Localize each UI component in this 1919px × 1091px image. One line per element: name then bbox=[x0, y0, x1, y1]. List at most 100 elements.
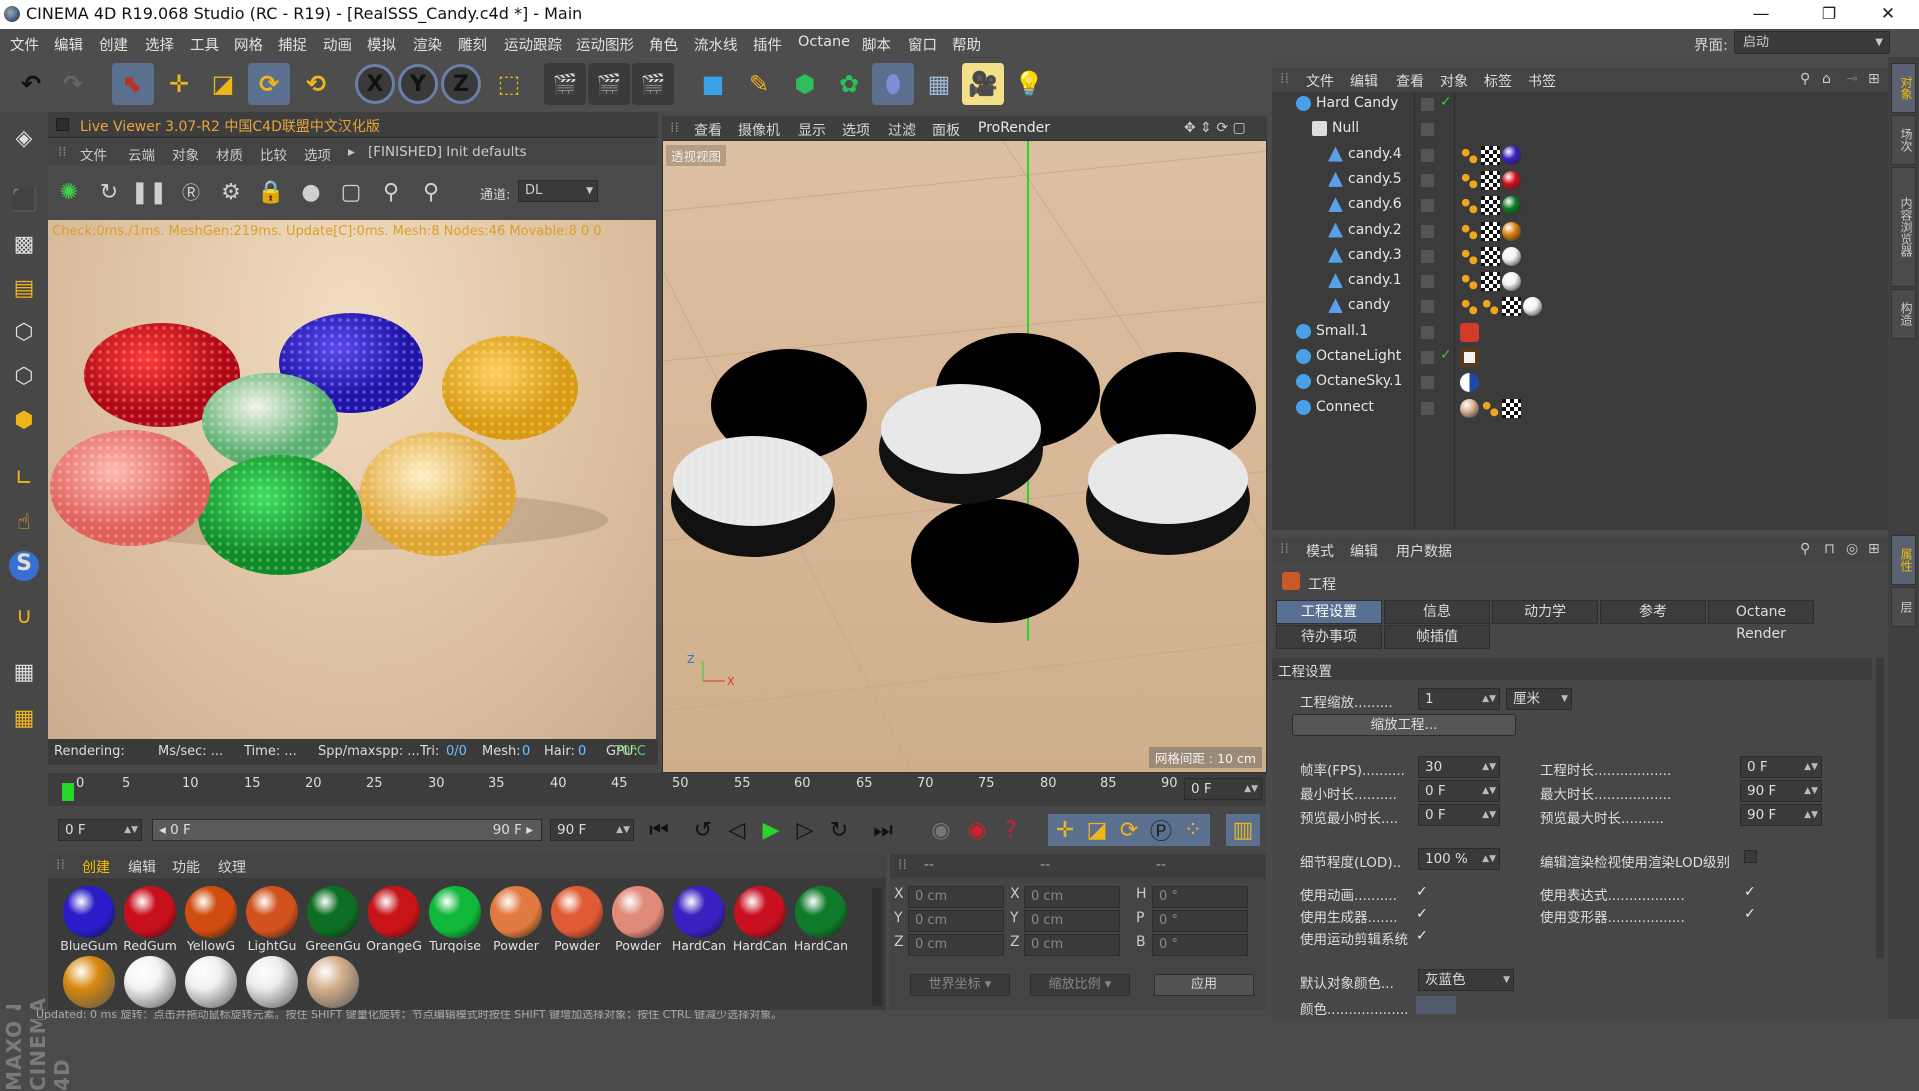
material-scrollbar[interactable] bbox=[872, 888, 882, 1006]
object-row[interactable]: Null bbox=[1272, 117, 1888, 142]
key-pla-button[interactable]: ⁘ bbox=[1176, 814, 1210, 846]
make-editable-button[interactable]: ◈ bbox=[4, 118, 44, 158]
channel-select[interactable]: DL ▼ bbox=[518, 180, 598, 202]
vp-menu-options[interactable]: 选项 bbox=[842, 120, 870, 140]
scale-tool-button[interactable]: ◪ bbox=[202, 63, 244, 105]
next-frame-button[interactable]: ▷ bbox=[788, 814, 822, 846]
octane-object-tag-icon[interactable] bbox=[1460, 170, 1479, 190]
layer-toggle[interactable] bbox=[1420, 198, 1435, 214]
workplane-lock-button[interactable]: ▦ bbox=[4, 652, 44, 692]
material-tag-icon[interactable] bbox=[1502, 272, 1521, 292]
object-row[interactable]: candy.4 bbox=[1272, 143, 1888, 168]
menu-mesh[interactable]: 网格 bbox=[234, 34, 263, 55]
menu-motion-tracking[interactable]: 运动跟踪 bbox=[504, 34, 562, 55]
vp-menu-display[interactable]: 显示 bbox=[798, 120, 826, 140]
vp-menu-prorender[interactable]: ProRender bbox=[978, 120, 1050, 136]
menu-script[interactable]: 脚本 bbox=[862, 34, 891, 55]
option-checkbox[interactable]: ✓ bbox=[1744, 885, 1758, 899]
y-axis-toggle[interactable]: Y bbox=[398, 64, 438, 104]
polygons-mode-button[interactable]: ⬢ bbox=[4, 400, 44, 440]
mat-menu-edit[interactable]: 编辑 bbox=[128, 857, 156, 877]
material-swatch[interactable]: HardCan bbox=[792, 884, 850, 954]
tweak-mode-button[interactable]: ☝ bbox=[4, 502, 44, 542]
search-icon[interactable]: ⚲ bbox=[1800, 541, 1810, 557]
menu-pipeline[interactable]: 流水线 bbox=[694, 34, 738, 55]
menu-plugins[interactable]: 插件 bbox=[753, 34, 782, 55]
new-window-icon[interactable]: ⊞ bbox=[1868, 541, 1880, 557]
lv-menu-cloud[interactable]: 云端 bbox=[128, 144, 155, 164]
pick-material-button[interactable]: ⚲ bbox=[416, 177, 446, 207]
lock-icon[interactable]: ⊓ bbox=[1824, 541, 1835, 557]
om-menu-tags[interactable]: 标签 bbox=[1484, 71, 1512, 91]
enable-check[interactable]: ✓ bbox=[1440, 347, 1452, 363]
close-button[interactable]: ✕ bbox=[1858, 0, 1918, 29]
om-menu-view[interactable]: 查看 bbox=[1396, 71, 1424, 91]
texture-tag-icon[interactable] bbox=[1481, 246, 1500, 266]
camera-button[interactable]: 🎥 bbox=[962, 63, 1004, 105]
field-input[interactable]: 30 ▲▼ bbox=[1418, 756, 1500, 778]
field-input[interactable]: 90 F ▲▼ bbox=[1740, 804, 1822, 826]
world-coordinates-select[interactable]: 世界坐标 ▾ bbox=[910, 974, 1010, 996]
tab-objects[interactable]: 对象 bbox=[1891, 63, 1916, 113]
frame-range-slider[interactable]: ◂ 0 F 90 F ▸ bbox=[152, 819, 542, 841]
option-checkbox[interactable]: ✓ bbox=[1416, 907, 1430, 921]
pen-spline-button[interactable]: ✎ bbox=[738, 63, 780, 105]
lv-menu-objects[interactable]: 对象 bbox=[172, 144, 199, 164]
record-active-button[interactable]: ◉ bbox=[924, 814, 958, 846]
octane-object-tag-icon[interactable] bbox=[1460, 272, 1479, 292]
layer-toggle[interactable] bbox=[1420, 324, 1435, 340]
mat-menu-function[interactable]: 功能 bbox=[172, 857, 200, 877]
size-field[interactable]: 0 cm bbox=[1024, 934, 1120, 956]
pause-button[interactable]: ❚❚ bbox=[131, 177, 168, 207]
undo-button[interactable]: ↶ bbox=[10, 63, 52, 105]
tab-octane-render[interactable]: Octane Render bbox=[1708, 600, 1814, 642]
material-swatch[interactable]: LightGu bbox=[243, 884, 301, 954]
workplane-align-button[interactable]: ▦ bbox=[4, 698, 44, 738]
camera-tag-icon[interactable] bbox=[1460, 322, 1479, 342]
object-row[interactable]: candy.1 bbox=[1272, 269, 1888, 294]
live-selection-button[interactable]: ⬉ bbox=[112, 63, 154, 105]
live-viewer-checkbox[interactable] bbox=[56, 118, 69, 131]
lod-field[interactable]: 100 % ▲▼ bbox=[1418, 848, 1500, 870]
target-icon[interactable]: ◎ bbox=[1846, 541, 1858, 557]
rotate-tool-button[interactable]: ⟳ bbox=[248, 63, 290, 105]
option-checkbox[interactable]: ✓ bbox=[1744, 907, 1758, 921]
position-field[interactable]: 0 cm bbox=[908, 910, 1004, 932]
lv-menu-file[interactable]: 文件 bbox=[80, 144, 107, 164]
recent-tool-button[interactable]: ⟲ bbox=[295, 63, 337, 105]
lv-menu-materials[interactable]: 材质 bbox=[216, 144, 243, 164]
layer-toggle[interactable] bbox=[1420, 147, 1435, 163]
material-swatch[interactable]: OrangeG bbox=[365, 884, 423, 954]
field-input[interactable]: 0 F ▲▼ bbox=[1418, 804, 1500, 826]
light-button[interactable]: 💡 bbox=[1008, 63, 1050, 105]
scale-project-button[interactable]: 缩放工程... bbox=[1292, 714, 1516, 736]
layer-toggle[interactable] bbox=[1420, 248, 1435, 264]
keyframe-selection-button[interactable]: ? bbox=[994, 814, 1028, 846]
layer-toggle[interactable] bbox=[1420, 122, 1435, 138]
om-menu-edit[interactable]: 编辑 bbox=[1350, 71, 1378, 91]
restart-button[interactable]: ↻ bbox=[94, 177, 124, 207]
lock-button[interactable]: 🔒 bbox=[256, 177, 286, 207]
render-lod-checkbox[interactable] bbox=[1744, 850, 1757, 863]
menu-render[interactable]: 渲染 bbox=[413, 34, 442, 55]
minimize-button[interactable]: — bbox=[1731, 0, 1791, 29]
enable-check[interactable]: ✓ bbox=[1440, 94, 1452, 110]
environment-tag-icon[interactable] bbox=[1460, 373, 1479, 393]
menu-snap[interactable]: 捕捉 bbox=[278, 34, 307, 55]
search-icon[interactable]: ⚲ bbox=[1800, 71, 1810, 87]
size-field[interactable]: 0 cm bbox=[1024, 886, 1120, 908]
key-scale-button[interactable]: ◪ bbox=[1080, 814, 1114, 846]
object-row[interactable]: Connect bbox=[1272, 396, 1888, 421]
object-row[interactable]: candy bbox=[1272, 294, 1888, 319]
timeline-window-button[interactable]: ▥ bbox=[1226, 814, 1260, 846]
menu-sculpt[interactable]: 雕刻 bbox=[458, 34, 487, 55]
frame-button[interactable]: ▢ bbox=[336, 177, 366, 207]
tab-takes[interactable]: 场次 bbox=[1891, 115, 1916, 165]
color-swatch[interactable] bbox=[1416, 996, 1456, 1014]
layer-toggle[interactable] bbox=[1420, 375, 1435, 391]
perspective-viewport[interactable]: 透视视图 Z X 网格间距: 10 cm bbox=[662, 140, 1267, 773]
layer-toggle[interactable] bbox=[1420, 299, 1435, 315]
material-tag-icon[interactable] bbox=[1502, 221, 1521, 241]
new-window-icon[interactable]: ⊞ bbox=[1868, 71, 1880, 87]
tab-dynamics[interactable]: 动力学 bbox=[1492, 600, 1598, 624]
